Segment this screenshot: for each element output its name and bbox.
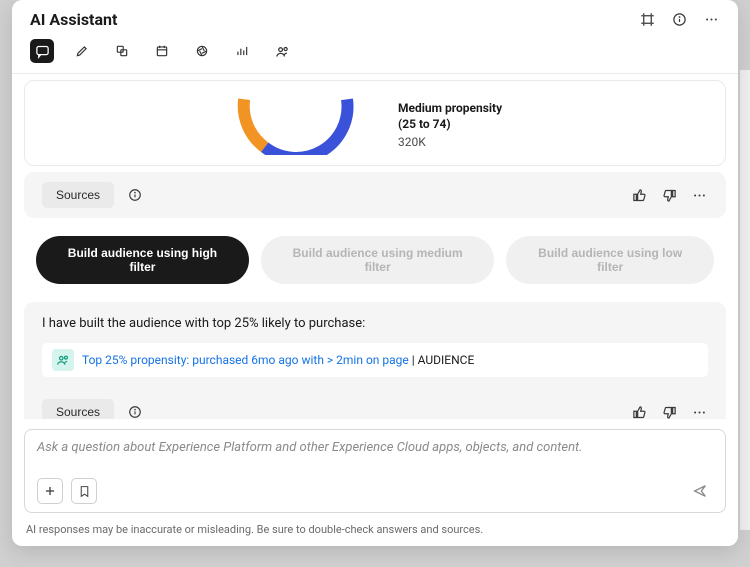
chart-card: Medium propensity (25 to 74) 320K [24, 80, 726, 166]
thumbs-down-icon[interactable] [660, 403, 678, 419]
sources-button[interactable]: Sources [42, 399, 114, 419]
legend-value: 320K [398, 135, 538, 149]
sources-bar-2: Sources [42, 389, 708, 419]
legend-title: Medium propensity [398, 101, 538, 117]
analytics-tool[interactable] [230, 39, 254, 63]
artboard-icon[interactable] [638, 11, 656, 29]
more-icon[interactable] [690, 403, 708, 419]
panel-title: AI Assistant [30, 10, 117, 29]
audience-label: | AUDIENCE [409, 353, 475, 367]
disclaimer-text: AI responses may be inaccurate or mislea… [12, 519, 738, 546]
info-icon[interactable] [670, 11, 688, 29]
send-button[interactable] [687, 478, 713, 504]
edit-tool[interactable] [70, 39, 94, 63]
response-card: I have built the audience with top 25% l… [24, 302, 726, 419]
input-area: Ask a question about Experience Platform… [12, 419, 738, 519]
pill-low-filter[interactable]: Build audience using low filter [506, 236, 714, 284]
suggestion-pills: Build audience using high filter Build a… [24, 218, 726, 302]
conversation-area: Medium propensity (25 to 74) 320K Source… [12, 74, 738, 419]
audience-tool[interactable] [270, 39, 294, 63]
sources-button[interactable]: Sources [42, 182, 114, 208]
more-icon[interactable] [690, 186, 708, 204]
add-button[interactable] [37, 478, 63, 504]
info-icon[interactable] [126, 403, 144, 419]
audience-link[interactable]: Top 25% propensity: purchased 6mo ago wi… [82, 353, 409, 367]
chat-tool[interactable] [30, 39, 54, 63]
pill-high-filter[interactable]: Build audience using high filter [36, 236, 249, 284]
audience-chip[interactable]: Top 25% propensity: purchased 6mo ago wi… [42, 343, 708, 377]
aperture-tool[interactable] [190, 39, 214, 63]
bookmark-button[interactable] [71, 478, 97, 504]
pill-medium-filter[interactable]: Build audience using medium filter [261, 236, 494, 284]
titlebar: AI Assistant [12, 0, 738, 35]
assistant-panel: AI Assistant [12, 0, 738, 546]
titlebar-actions [638, 11, 720, 29]
response-text: I have built the audience with top 25% l… [42, 316, 708, 331]
prompt-input[interactable]: Ask a question about Experience Platform… [24, 429, 726, 513]
chart-row: Medium propensity (25 to 74) 320K [43, 95, 707, 165]
prompt-placeholder: Ask a question about Experience Platform… [37, 440, 713, 455]
calendar-tool[interactable] [150, 39, 174, 63]
info-icon[interactable] [126, 186, 144, 204]
background-partial [740, 70, 750, 530]
legend-range: (25 to 74) [398, 117, 538, 133]
copy-tool[interactable] [110, 39, 134, 63]
chart-legend: Medium propensity (25 to 74) 320K [398, 101, 538, 148]
more-icon[interactable] [702, 11, 720, 29]
donut-chart [212, 95, 362, 155]
sources-bar-1: Sources [24, 172, 726, 218]
thumbs-up-icon[interactable] [630, 186, 648, 204]
thumbs-down-icon[interactable] [660, 186, 678, 204]
toolbar [12, 35, 738, 74]
thumbs-up-icon[interactable] [630, 403, 648, 419]
audience-icon [52, 349, 74, 371]
